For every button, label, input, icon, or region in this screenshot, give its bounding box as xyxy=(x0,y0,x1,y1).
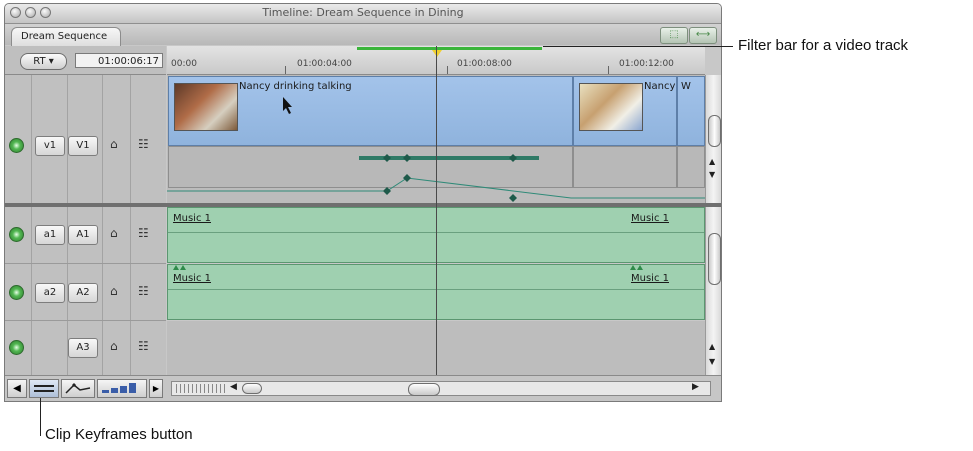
clip-overlays-icon xyxy=(34,385,54,392)
playhead-icon[interactable] xyxy=(432,50,442,57)
scroll-left-arrow[interactable]: ◀ xyxy=(230,382,237,392)
track-layout-menu[interactable]: ▶ xyxy=(149,379,163,398)
ruler-tick-label: 01:00:12:00 xyxy=(619,59,674,69)
scroll-up-arrow[interactable]: ▲ xyxy=(709,342,715,351)
clip-keyframes-icon xyxy=(65,383,91,394)
track-visibility-icon[interactable] xyxy=(9,138,24,153)
source-control-a2[interactable]: a2 xyxy=(35,283,65,303)
audio-vertical-scrollbar[interactable]: ▲ ▼ xyxy=(705,207,721,375)
callout-line-filter-bar xyxy=(543,46,733,47)
current-timecode-field[interactable]: 01:00:06:17 xyxy=(75,53,163,68)
clip-overlays-button[interactable] xyxy=(29,379,59,398)
timeline-controls: RT ▾ 01:00:06:17 xyxy=(5,46,166,75)
timeline-window: Timeline: Dream Sequence in Dining Dream… xyxy=(4,3,722,402)
ruler-tick xyxy=(608,66,609,74)
tab-dream-sequence[interactable]: Dream Sequence xyxy=(11,27,121,46)
ruler-tick-label: 01:00:04:00 xyxy=(297,59,352,69)
audio-enable-icon[interactable] xyxy=(9,340,24,355)
callout-clip-keyframes: Clip Keyframes button xyxy=(45,426,193,443)
scroll-thumb[interactable] xyxy=(708,115,721,147)
linking-icon: ⟷ xyxy=(695,29,711,40)
clip-name: Music 1 xyxy=(173,273,211,284)
zoom-thumb[interactable] xyxy=(242,383,262,394)
scroll-up-arrow[interactable]: ▲ xyxy=(709,157,715,166)
lock-icon[interactable]: ⌂ xyxy=(110,284,118,298)
speaker-icon: ◀︎ xyxy=(13,383,21,394)
horizontal-scroll-thumb[interactable] xyxy=(408,383,440,396)
disclosure-arrow-icon: ▶ xyxy=(152,384,160,393)
filter-bar[interactable] xyxy=(357,47,542,50)
ruler-tick-label: 01:00:08:00 xyxy=(457,59,512,69)
zoom-slider[interactable] xyxy=(176,384,226,393)
scroll-down-arrow[interactable]: ▼ xyxy=(709,170,715,179)
keyframe-marker xyxy=(383,154,391,162)
callout-line-clip-keyframes xyxy=(40,398,41,436)
keyframe-marker xyxy=(403,174,411,182)
auto-select-icon[interactable]: ☷ xyxy=(138,137,149,151)
track-header-a3: A3 ⌂ ☷ xyxy=(5,321,166,376)
scroll-thumb[interactable] xyxy=(708,233,721,285)
keyframe-marker xyxy=(383,187,391,195)
keyframe-marker xyxy=(509,194,517,202)
scroll-right-arrow[interactable]: ▶ xyxy=(692,382,699,392)
tab-row: Dream Sequence ⬚ ⟷ xyxy=(5,24,721,46)
source-control-v1[interactable]: v1 xyxy=(35,136,65,156)
auto-select-icon[interactable]: ☷ xyxy=(138,226,149,240)
dest-control-a1[interactable]: A1 xyxy=(68,225,98,245)
snapping-icon: ⬚ xyxy=(669,29,679,40)
linking-button[interactable]: ⟷ xyxy=(689,27,717,44)
stereo-pair-icon xyxy=(173,265,179,270)
window-title: Timeline: Dream Sequence in Dining xyxy=(262,6,464,19)
stereo-pair-icon xyxy=(180,265,186,270)
callout-filter-bar: Filter bar for a video track xyxy=(738,37,909,54)
ruler-tick-label: 00:00 xyxy=(171,59,197,69)
mouse-pointer-icon xyxy=(283,97,292,114)
stereo-pair-icon xyxy=(637,265,643,270)
snapping-button[interactable]: ⬚ xyxy=(660,27,688,44)
clip-name: Music 1 xyxy=(631,273,669,284)
lock-icon[interactable]: ⌂ xyxy=(110,339,118,353)
clip-name: Music 1 xyxy=(631,213,669,224)
track-height-icon xyxy=(102,383,136,393)
clip-name: Music 1 xyxy=(173,213,211,224)
zoom-and-horizontal-scrollbar[interactable]: ◀ ▶ xyxy=(171,381,711,396)
auto-select-icon[interactable]: ☷ xyxy=(138,284,149,298)
lock-icon[interactable]: ⌂ xyxy=(110,137,118,151)
track-header-v1: v1 V1 ⌂ ☷ xyxy=(5,75,166,204)
ruler-tick xyxy=(285,66,286,74)
scroll-down-arrow[interactable]: ▼ xyxy=(709,357,715,366)
stereo-pair-icon xyxy=(630,265,636,270)
keyframe-marker xyxy=(403,154,411,162)
video-vertical-scrollbar[interactable]: ▲ ▼ xyxy=(705,75,721,203)
audio-controls-button[interactable]: ◀︎ xyxy=(7,379,27,398)
track-header-a2: a2 A2 ⌂ ☷ xyxy=(5,264,166,321)
playhead-line xyxy=(436,46,437,375)
auto-select-icon[interactable]: ☷ xyxy=(138,339,149,353)
keyframe-marker xyxy=(509,154,517,162)
dest-control-a2[interactable]: A2 xyxy=(68,283,98,303)
audio-enable-icon[interactable] xyxy=(9,227,24,242)
title-bar[interactable]: Timeline: Dream Sequence in Dining xyxy=(5,4,721,24)
ruler-tick xyxy=(447,66,448,74)
rt-popup[interactable]: RT ▾ xyxy=(20,53,67,70)
audio-enable-icon[interactable] xyxy=(9,285,24,300)
track-header-a1: a1 A1 ⌂ ☷ xyxy=(5,207,166,264)
source-control-a1[interactable]: a1 xyxy=(35,225,65,245)
timeline-bottom-bar: ◀︎ ▶ ◀ ▶ xyxy=(5,375,721,401)
dest-control-v1[interactable]: V1 xyxy=(68,136,98,156)
clip-keyframes-button[interactable] xyxy=(61,379,95,398)
track-height-control[interactable] xyxy=(97,379,147,398)
dest-control-a3[interactable]: A3 xyxy=(68,338,98,358)
lock-icon[interactable]: ⌂ xyxy=(110,226,118,240)
